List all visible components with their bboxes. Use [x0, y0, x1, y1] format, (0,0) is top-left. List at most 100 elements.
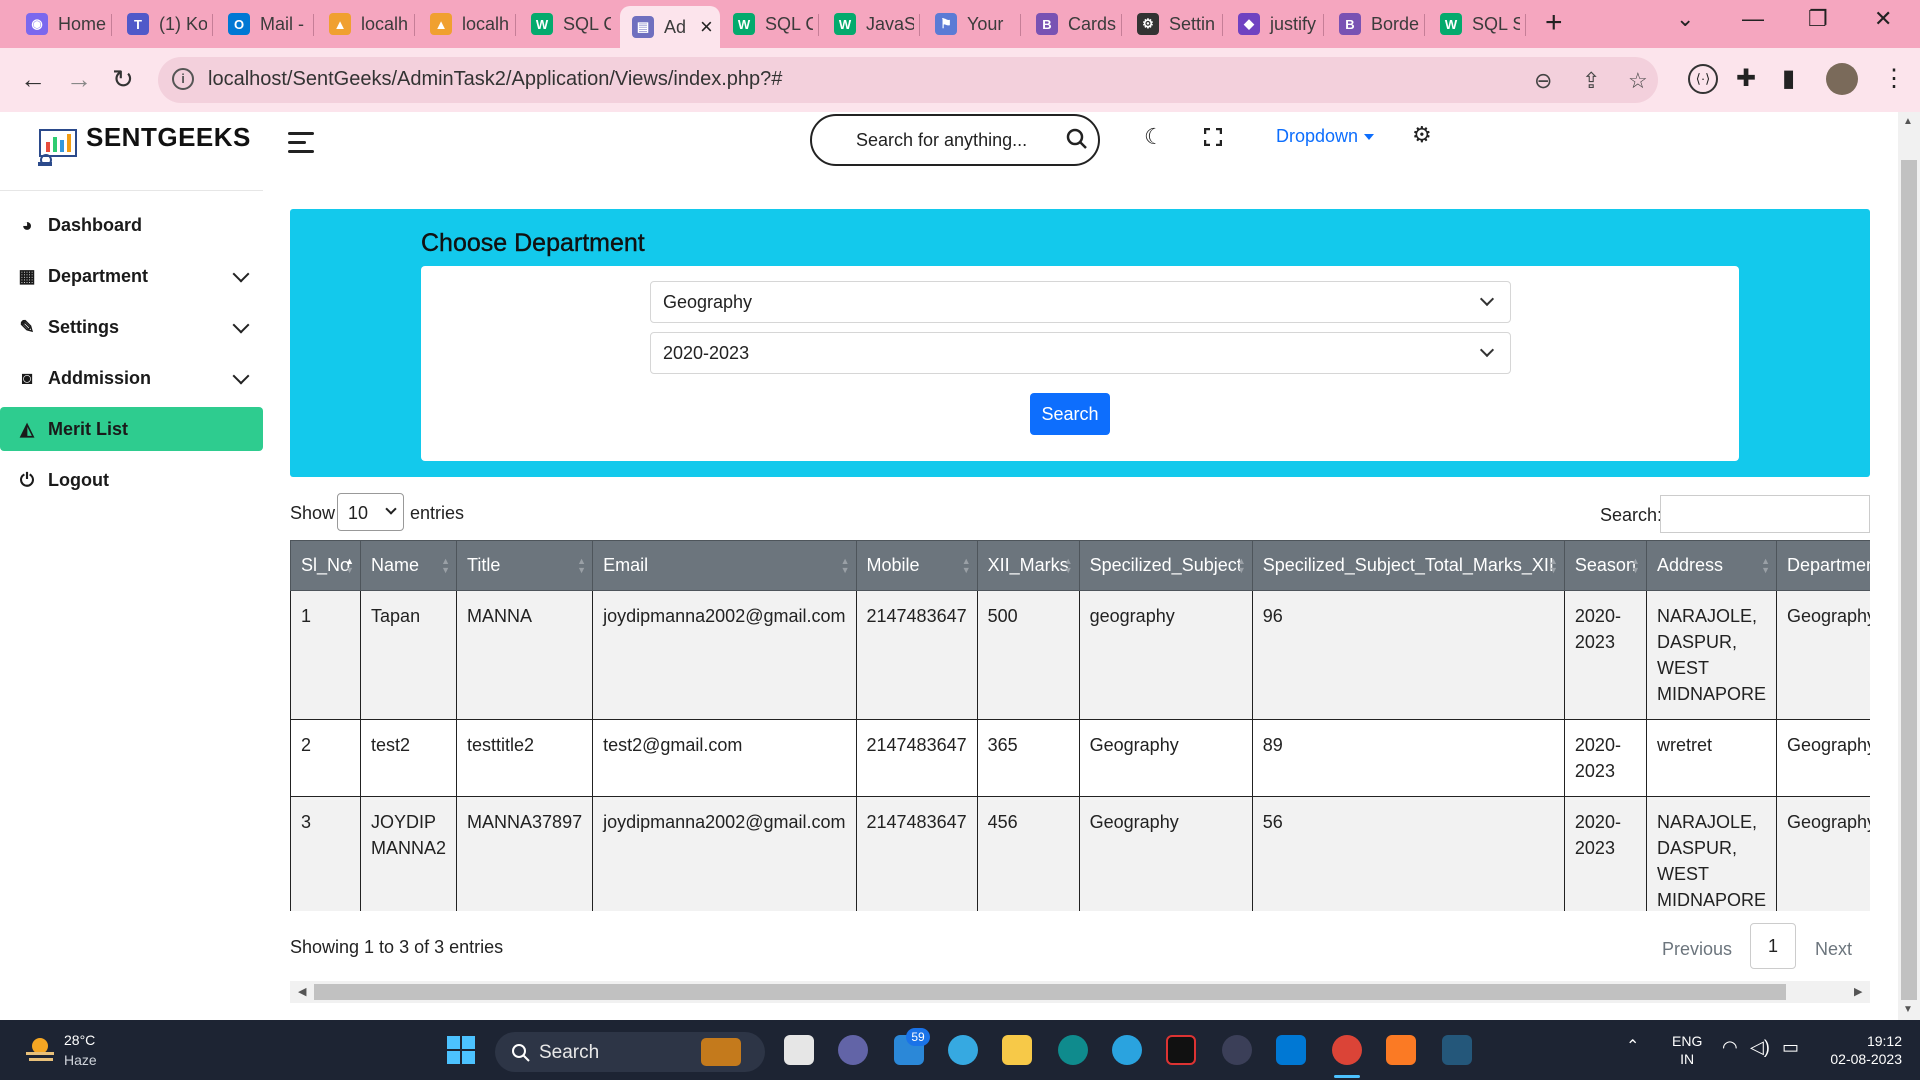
chevron-up-icon[interactable]: ⌃	[1626, 1038, 1639, 1056]
sidebar-item-merit-list[interactable]: ◭ Merit List	[0, 407, 263, 451]
close-tab-icon[interactable]: ×	[700, 14, 713, 40]
xampp-icon[interactable]	[1386, 1035, 1416, 1065]
scroll-down-arrow-icon[interactable]: ▼	[1903, 1004, 1913, 1015]
sidebar-item-logout[interactable]: ⏻ Logout	[0, 458, 263, 502]
column-header-mobile[interactable]: Mobile ▲ ▼	[855, 540, 978, 591]
fullscreen-icon[interactable]	[1204, 128, 1222, 146]
taskbar-search[interactable]: Search	[495, 1032, 765, 1072]
sort-arrows-icon[interactable]: ▲ ▼	[345, 557, 354, 575]
sort-arrows-icon[interactable]: ▲ ▼	[1631, 557, 1640, 575]
gear-icon[interactable]: ⚙	[1412, 122, 1432, 148]
column-header-sl-no[interactable]: Sl_No ▲ ▼	[290, 540, 362, 591]
browser-tab[interactable]: ◆ justify	[1226, 8, 1318, 40]
column-header-label[interactable]: Specilized_Subject_Total_Marks_XII	[1263, 555, 1554, 575]
brand-name[interactable]: SENTGEEKS	[86, 122, 251, 153]
eclipse-icon[interactable]	[1222, 1035, 1252, 1065]
bookmark-star-icon[interactable]: ☆	[1628, 68, 1648, 94]
column-header-specilized-subject[interactable]: Specilized_Subject ▲ ▼	[1078, 540, 1253, 591]
restore-button[interactable]: ❐	[1808, 6, 1828, 32]
minimize-button[interactable]: —	[1742, 6, 1764, 32]
column-header-xii-marks[interactable]: XII_Marks ▲ ▼	[976, 540, 1080, 591]
browser-tab[interactable]: ▲ localh	[418, 8, 510, 40]
entries-length-value[interactable]: 10	[348, 503, 368, 523]
sort-arrows-icon[interactable]: ▲ ▼	[1549, 557, 1558, 575]
column-header-label[interactable]: XII_Marks	[988, 555, 1069, 575]
dark-mode-moon-icon[interactable]: ☾	[1144, 124, 1164, 150]
column-header-email[interactable]: Email ▲ ▼	[592, 540, 857, 591]
global-search-placeholder[interactable]: Search for anything...	[856, 130, 1027, 151]
column-header-specilized-subject-total-marks-xii[interactable]: Specilized_Subject_Total_Marks_XII ▲ ▼	[1251, 540, 1565, 591]
telegram-icon[interactable]	[1112, 1035, 1142, 1065]
reload-icon[interactable]: ↻	[112, 66, 134, 92]
scroll-right-arrow-icon[interactable]: ▶	[1854, 985, 1862, 998]
table-search-input[interactable]	[1660, 495, 1870, 533]
browser-tab[interactable]: T (1) Ko	[115, 8, 207, 40]
browser-tab[interactable]: B Borde	[1327, 8, 1419, 40]
column-header-season[interactable]: Season ▲ ▼	[1563, 540, 1647, 591]
column-header-label[interactable]: Email	[603, 555, 648, 575]
tab-search-icon[interactable]: ⌄	[1676, 6, 1694, 32]
browser-tab[interactable]: W SQL C	[721, 8, 813, 40]
sort-arrows-icon[interactable]: ▲ ▼	[577, 557, 586, 575]
sort-arrows-icon[interactable]: ▲ ▼	[441, 557, 450, 575]
next-page-button[interactable]: Next	[1815, 939, 1852, 960]
column-header-label[interactable]: Name	[371, 555, 419, 575]
column-header-label[interactable]: Season	[1575, 555, 1636, 575]
sidebar-item-addmission[interactable]: ◙ Addmission	[0, 356, 263, 400]
profile-avatar[interactable]	[1826, 63, 1858, 95]
previous-page-button[interactable]: Previous	[1662, 939, 1732, 960]
address-bar[interactable]: i localhost/SentGeeks/AdminTask2/Applica…	[158, 57, 1658, 103]
task-view-icon[interactable]	[784, 1035, 814, 1065]
browser-tab[interactable]: ▤ Ad ×	[620, 6, 720, 48]
browser-tab[interactable]: W SQL S	[1428, 8, 1520, 40]
scroll-up-arrow-icon[interactable]: ▲	[1903, 116, 1913, 127]
browser-tab[interactable]: O Mail -	[216, 8, 308, 40]
extension-icon[interactable]: ⟨·⟩	[1688, 64, 1718, 94]
back-icon[interactable]: ←	[20, 66, 46, 92]
mysql-workbench-icon[interactable]	[1442, 1035, 1472, 1065]
season-select-value[interactable]: 2020-2023	[663, 343, 749, 363]
browser-tab[interactable]: ⚙ Settin	[1125, 8, 1217, 40]
sidebar-item-dashboard[interactable]: ◕ Dashboard	[0, 203, 263, 247]
column-header-label[interactable]: Mobile	[867, 555, 920, 575]
column-header-address[interactable]: Address ▲ ▼	[1645, 540, 1777, 591]
sort-arrows-icon[interactable]: ▲ ▼	[1237, 557, 1246, 575]
browser-menu-icon[interactable]: ⋮	[1882, 65, 1906, 93]
extensions-puzzle-icon[interactable]: ✚	[1736, 65, 1756, 93]
vertical-scrollbar[interactable]: ▲ ▼	[1898, 112, 1920, 1020]
dropdown-label[interactable]: Dropdown	[1276, 126, 1358, 146]
browser-tab[interactable]: ⚑ Your	[923, 8, 1015, 40]
column-header-label[interactable]: Department	[1787, 555, 1870, 575]
menu-toggle-icon[interactable]	[288, 132, 314, 159]
battery-icon[interactable]: ▭	[1782, 1038, 1799, 1056]
department-select-value[interactable]: Geography	[663, 292, 752, 312]
intellij-icon[interactable]	[1166, 1035, 1196, 1065]
forward-icon[interactable]: →	[66, 66, 92, 92]
teams-chat-icon[interactable]	[838, 1035, 868, 1065]
sort-arrows-icon[interactable]: ▲ ▼	[1064, 557, 1073, 575]
browser-tab[interactable]: W JavaS	[822, 8, 914, 40]
column-header-department[interactable]: Department▲▼	[1775, 540, 1870, 591]
top-dropdown[interactable]: Dropdown	[1276, 126, 1375, 147]
edge-browser-icon[interactable]	[1058, 1035, 1088, 1065]
site-info-icon[interactable]: i	[172, 68, 194, 90]
vertical-scroll-thumb[interactable]	[1901, 160, 1917, 1000]
column-header-label[interactable]: Address	[1657, 555, 1723, 575]
horizontal-scroll-thumb[interactable]	[314, 984, 1786, 1000]
volume-icon[interactable]: ◁)	[1750, 1038, 1770, 1056]
sidebar-item-department[interactable]: ▦ Department	[0, 254, 263, 298]
share-icon[interactable]: ⇪	[1582, 68, 1600, 94]
file-explorer-icon[interactable]	[1002, 1035, 1032, 1065]
season-select[interactable]: 2020-2023	[650, 332, 1511, 374]
page-1-button[interactable]: 1	[1750, 923, 1796, 969]
browser-tab[interactable]: B Cards	[1024, 8, 1116, 40]
url-text[interactable]: localhost/SentGeeks/AdminTask2/Applicati…	[208, 68, 782, 91]
windows-start-icon[interactable]	[446, 1035, 476, 1065]
help-icon[interactable]	[948, 1035, 978, 1065]
vscode-icon[interactable]	[1276, 1035, 1306, 1065]
department-select[interactable]: Geography	[650, 281, 1511, 323]
zoom-icon[interactable]: ⊖	[1534, 68, 1552, 94]
browser-tab[interactable]: ◉ Home	[14, 8, 106, 40]
chrome-icon[interactable]	[1332, 1035, 1362, 1065]
sort-arrows-icon[interactable]: ▲ ▼	[841, 557, 850, 575]
